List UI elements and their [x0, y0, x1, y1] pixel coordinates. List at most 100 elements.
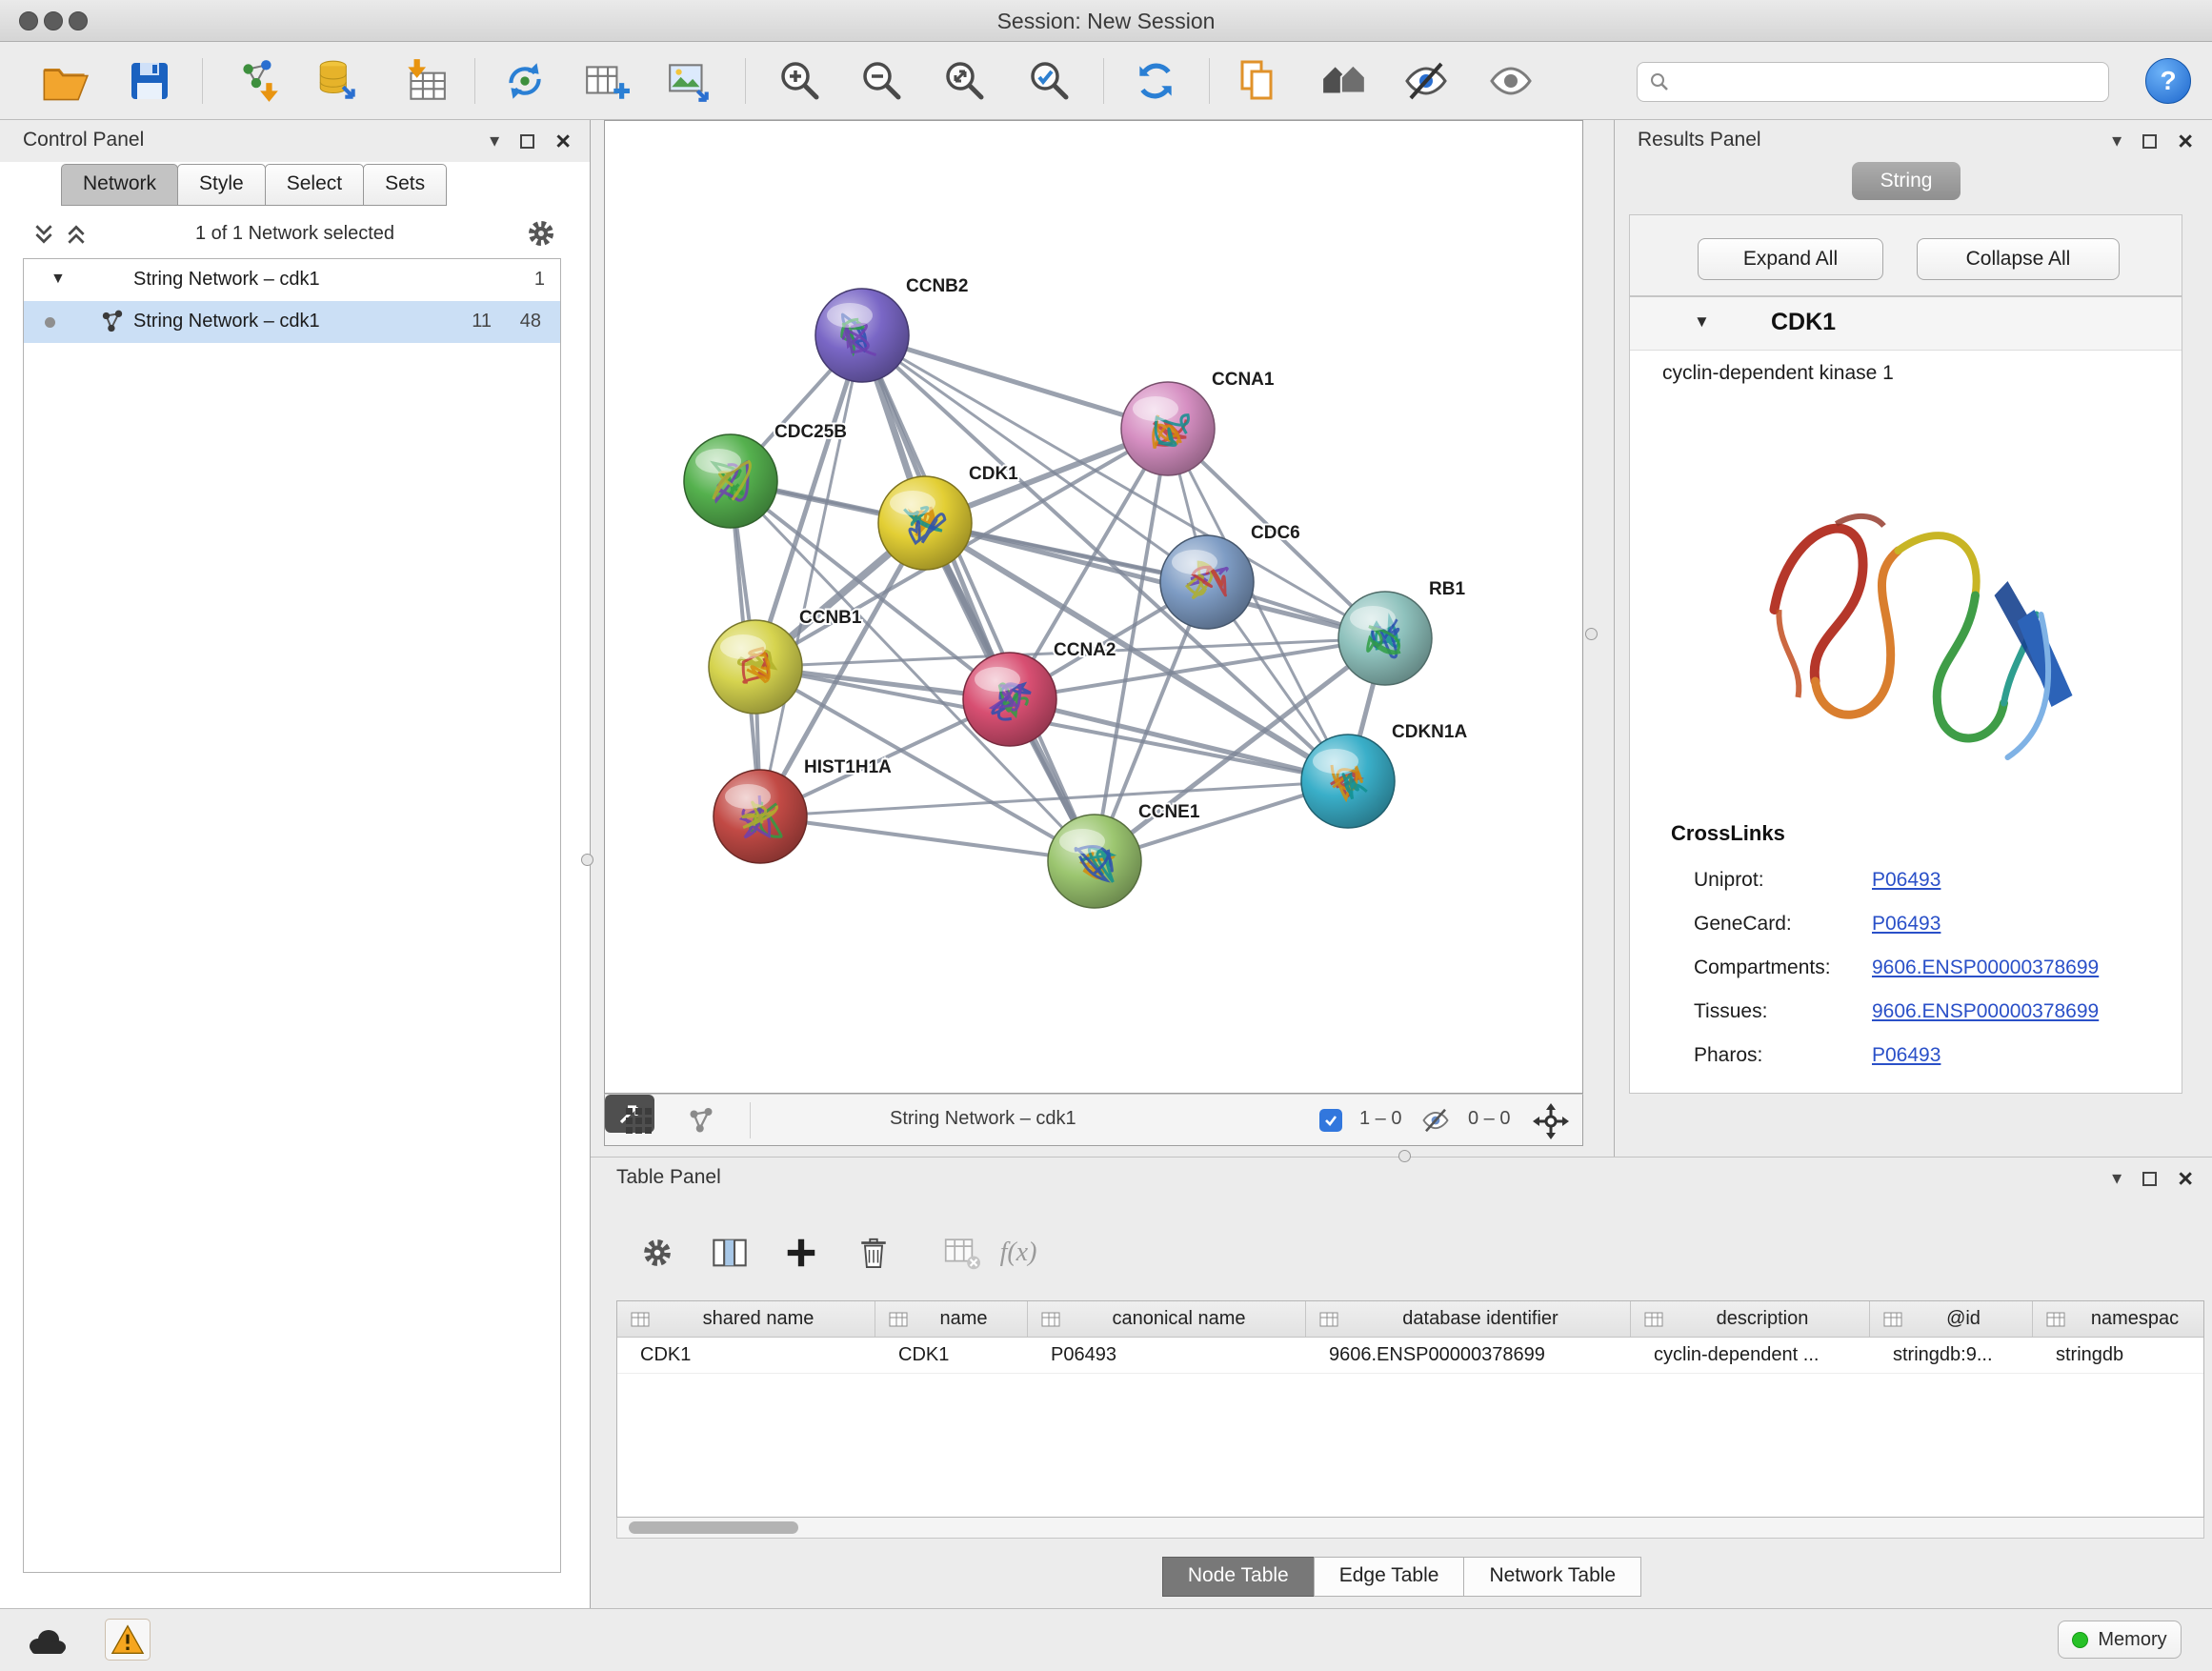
- zoom-out-button[interactable]: [855, 54, 909, 108]
- show-columns-icon[interactable]: [707, 1230, 753, 1276]
- edge-CCNE1-HIST1H1A[interactable]: [760, 816, 1095, 861]
- float-table-icon[interactable]: [2142, 1172, 2157, 1186]
- string-results-tab[interactable]: String: [1852, 162, 1961, 200]
- close-table-icon[interactable]: ×: [2178, 1170, 2193, 1187]
- gene-section-header[interactable]: ▼ CDK1: [1630, 297, 2182, 351]
- table-cell-description[interactable]: cyclin-dependent ...: [1631, 1338, 1870, 1373]
- tab-network[interactable]: Network: [61, 164, 178, 206]
- edge-CDK1-RB1[interactable]: [925, 523, 1385, 638]
- node-CCNA1[interactable]: [1121, 382, 1215, 475]
- left-splitter-handle[interactable]: [581, 854, 593, 866]
- edge-CCNB2-CCNA1[interactable]: [862, 335, 1168, 429]
- help-button[interactable]: ?: [2145, 58, 2191, 104]
- import-network-database-button[interactable]: [312, 54, 365, 108]
- table-row[interactable]: CDK1CDK1P064939606.ENSP00000378699cyclin…: [617, 1338, 2203, 1374]
- scrollbar-thumb[interactable]: [629, 1521, 798, 1534]
- new-network-button[interactable]: [498, 54, 552, 108]
- column-header-description[interactable]: description: [1631, 1301, 1870, 1337]
- table-tab-node-table[interactable]: Node Table: [1162, 1557, 1315, 1597]
- function-builder-icon[interactable]: f(x): [995, 1230, 1041, 1276]
- collapse-panel-icon[interactable]: ▾: [490, 131, 499, 151]
- birds-eye-grid-icon[interactable]: [622, 1104, 656, 1138]
- collapse-results-icon[interactable]: ▾: [2112, 131, 2122, 151]
- node-CDK1[interactable]: [878, 476, 972, 570]
- node-CDC6[interactable]: [1160, 535, 1254, 629]
- network-collection-row[interactable]: ▼ String Network – cdk1 1: [24, 259, 560, 301]
- node-HIST1H1A[interactable]: [714, 770, 807, 863]
- apply-layout-button[interactable]: [1129, 54, 1182, 108]
- bottom-splitter-handle[interactable]: [1398, 1150, 1411, 1162]
- edge-CCNB2-HIST1H1A[interactable]: [760, 335, 862, 816]
- section-collapse-icon[interactable]: ▼: [1694, 312, 1710, 332]
- delete-column-trash-icon[interactable]: [851, 1230, 896, 1276]
- warnings-button[interactable]: [105, 1619, 151, 1661]
- save-session-button[interactable]: [123, 54, 176, 108]
- network-overview-icon[interactable]: [684, 1104, 718, 1138]
- selected-checkbox-icon[interactable]: [1319, 1109, 1342, 1132]
- close-panel-icon[interactable]: ×: [555, 132, 571, 150]
- table-options-gear-icon[interactable]: [634, 1230, 680, 1276]
- close-results-icon[interactable]: ×: [2178, 132, 2193, 150]
- hide-graphics-details-button[interactable]: [1399, 54, 1453, 108]
- export-image-button[interactable]: [663, 54, 716, 108]
- crosslink-link[interactable]: 9606.ENSP00000378699: [1872, 956, 2099, 979]
- table-cell-namespac[interactable]: stringdb: [2033, 1338, 2204, 1373]
- fit-selected-crosshair-icon[interactable]: [1531, 1101, 1571, 1141]
- table-tab-edge-table[interactable]: Edge Table: [1314, 1557, 1465, 1597]
- import-network-file-button[interactable]: [231, 54, 285, 108]
- home-button[interactable]: [1317, 54, 1371, 108]
- column-header-namespac[interactable]: namespac: [2033, 1301, 2204, 1337]
- new-network-from-table-button[interactable]: [580, 54, 633, 108]
- cloud-status-icon[interactable]: [25, 1622, 70, 1663]
- tab-style[interactable]: Style: [177, 164, 266, 206]
- network-graph[interactable]: CCNB2CCNA1CDC25BCDK1CDC6RB1CCNB1CCNA2CDK…: [605, 121, 1582, 1093]
- network-row[interactable]: String Network – cdk1 11 48: [24, 301, 560, 343]
- table-cell-database-identifier[interactable]: 9606.ENSP00000378699: [1306, 1338, 1631, 1373]
- table-cell-canonical-name[interactable]: P06493: [1028, 1338, 1306, 1373]
- zoom-selected-button[interactable]: [1023, 54, 1076, 108]
- node-RB1[interactable]: [1338, 592, 1432, 685]
- node-CCNB1[interactable]: [709, 620, 802, 714]
- table-cell-id[interactable]: stringdb:9...: [1870, 1338, 2033, 1373]
- node-CDC25B[interactable]: [684, 434, 777, 528]
- hidden-eye-slash-icon[interactable]: [1419, 1106, 1452, 1135]
- node-CCNE1[interactable]: [1048, 815, 1141, 908]
- edge-CCNB2-CCNE1[interactable]: [862, 335, 1095, 861]
- crosslink-link[interactable]: P06493: [1872, 913, 1941, 936]
- show-graphics-details-button[interactable]: [1484, 54, 1538, 108]
- collapse-all-button[interactable]: Collapse All: [1917, 238, 2120, 280]
- node-CCNA2[interactable]: [963, 653, 1056, 746]
- column-header-name[interactable]: name: [875, 1301, 1028, 1337]
- right-splitter-handle[interactable]: [1585, 628, 1598, 640]
- float-panel-icon[interactable]: [520, 134, 534, 149]
- table-horizontal-scrollbar[interactable]: [616, 1518, 2204, 1539]
- delete-table-icon[interactable]: [939, 1230, 985, 1276]
- zoom-window-button[interactable]: [69, 11, 88, 30]
- minimize-window-button[interactable]: [44, 11, 63, 30]
- expand-all-button[interactable]: Expand All: [1698, 238, 1883, 280]
- memory-button[interactable]: Memory: [2058, 1621, 2182, 1659]
- import-table-button[interactable]: [398, 54, 452, 108]
- column-header-canonical-name[interactable]: canonical name: [1028, 1301, 1306, 1337]
- node-CDKN1A[interactable]: [1301, 735, 1395, 828]
- node-CCNB2[interactable]: [815, 289, 909, 382]
- network-options-gear-icon[interactable]: [527, 219, 555, 252]
- tab-select[interactable]: Select: [265, 164, 364, 206]
- column-header-id[interactable]: @id: [1870, 1301, 2033, 1337]
- table-cell-shared-name[interactable]: CDK1: [617, 1338, 875, 1373]
- tab-sets[interactable]: Sets: [363, 164, 447, 206]
- create-column-plus-icon[interactable]: [778, 1230, 824, 1276]
- document-copy-button[interactable]: [1231, 54, 1284, 108]
- crosslink-link[interactable]: P06493: [1872, 869, 1941, 892]
- collapse-table-icon[interactable]: ▾: [2112, 1169, 2122, 1188]
- zoom-in-button[interactable]: [774, 54, 827, 108]
- search-input[interactable]: [1678, 63, 2108, 101]
- zoom-fit-button[interactable]: [938, 54, 992, 108]
- open-session-button[interactable]: [38, 54, 91, 108]
- collection-expand-icon[interactable]: ▼: [50, 271, 66, 288]
- search-box[interactable]: [1637, 62, 2109, 102]
- column-header-shared-name[interactable]: shared name: [617, 1301, 875, 1337]
- table-tab-network-table[interactable]: Network Table: [1463, 1557, 1641, 1597]
- crosslink-link[interactable]: P06493: [1872, 1044, 1941, 1067]
- network-view[interactable]: CCNB2CCNA1CDC25BCDK1CDC6RB1CCNB1CCNA2CDK…: [604, 120, 1583, 1094]
